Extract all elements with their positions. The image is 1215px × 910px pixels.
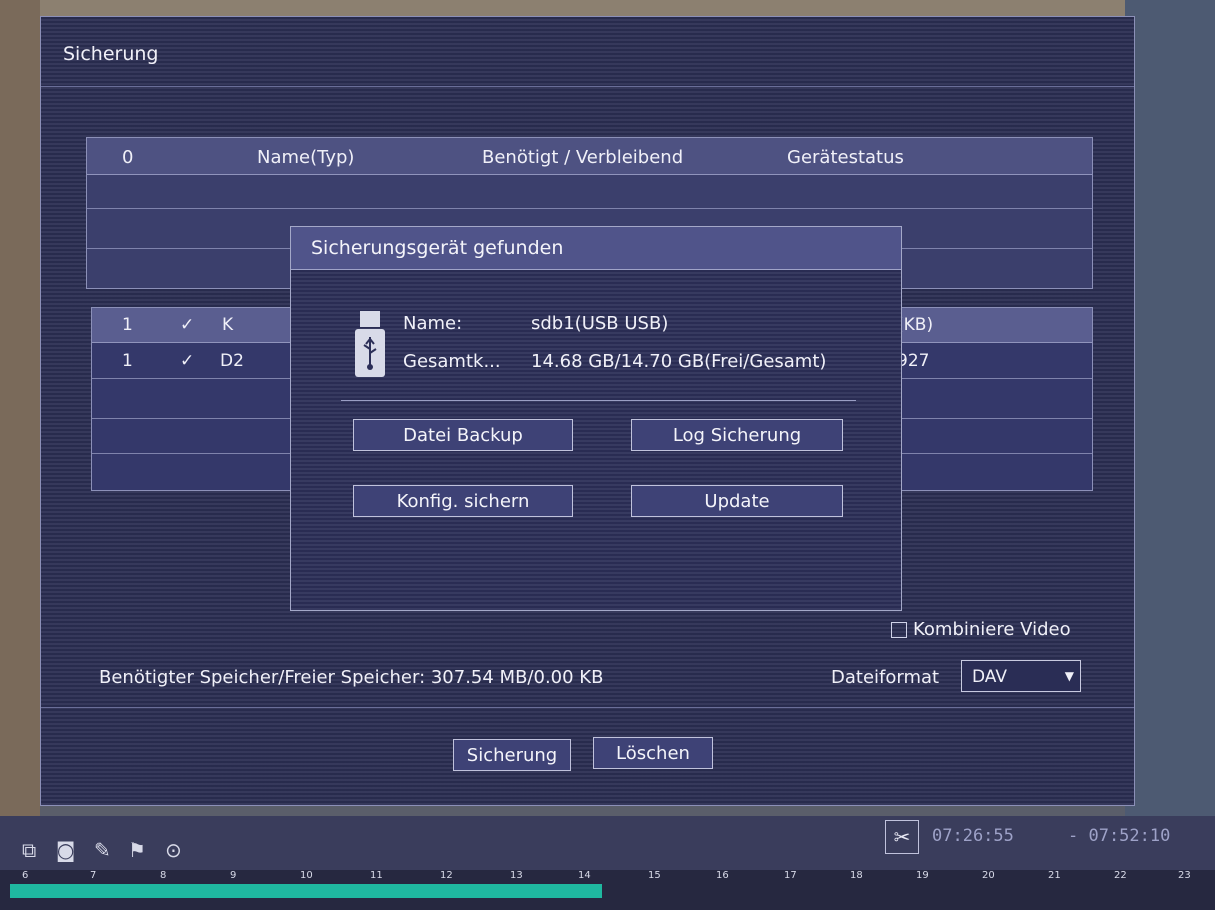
row-check[interactable]: ✓ — [180, 351, 194, 371]
timeline-tick: 22 — [1114, 870, 1127, 881]
row-index: 1 — [122, 351, 133, 371]
camera-icon[interactable]: ◙ — [56, 838, 75, 862]
config-backup-button[interactable]: Konfig. sichern — [353, 485, 573, 517]
combine-video-option[interactable]: Kombiniere Video — [891, 619, 1071, 640]
usb-drive-icon — [355, 311, 385, 377]
file-backup-button[interactable]: Datei Backup — [353, 419, 573, 451]
clip-start-time: 07:26:55 — [932, 826, 1014, 846]
combine-video-label: Kombiniere Video — [913, 619, 1071, 640]
combine-video-checkbox[interactable] — [891, 621, 907, 638]
scissors-icon[interactable]: ✂ — [885, 820, 919, 854]
row-index: 1 — [122, 315, 133, 335]
timeline-tick: 18 — [850, 870, 863, 881]
timeline-tick: 21 — [1048, 870, 1061, 881]
backup-device-dialog: Sicherungsgerät gefunden Name: sdb1(USB … — [290, 226, 902, 611]
timeline-tick: 9 — [230, 870, 237, 881]
file-format-value: DAV — [972, 667, 1007, 687]
header-name-type: Name(Typ) — [257, 147, 355, 168]
window-title: Sicherung — [63, 43, 159, 65]
timeline-tick: 6 — [22, 870, 29, 881]
timeline-tick: 16 — [716, 870, 729, 881]
timeline-tick: 20 — [982, 870, 995, 881]
timeline-tick: 10 — [300, 870, 313, 881]
timeline-tick: 13 — [510, 870, 523, 881]
device-name-value: sdb1(USB USB) — [531, 313, 669, 334]
clip-end-time: - 07:52:10 — [1068, 826, 1171, 846]
background-scene-right — [1125, 0, 1215, 910]
update-button[interactable]: Update — [631, 485, 843, 517]
log-backup-button[interactable]: Log Sicherung — [631, 419, 843, 451]
header-required-remaining: Benötigt / Verbleibend — [482, 147, 684, 168]
file-format-select[interactable]: DAV ▼ — [961, 660, 1081, 692]
zoom-icon[interactable]: ⊙ — [165, 838, 182, 862]
background-scene-left — [0, 0, 40, 910]
file-format-label: Dateiformat — [831, 667, 940, 688]
recording-bar — [10, 884, 602, 898]
header-size: (KB) — [897, 315, 934, 335]
dialog-titlebar: Sicherungsgerät gefunden — [291, 227, 901, 270]
timeline-tick: 15 — [648, 870, 661, 881]
timeline-tick: 12 — [440, 870, 453, 881]
header-device-status: Gerätestatus — [787, 147, 904, 168]
dialog-title: Sicherungsgerät gefunden — [311, 237, 564, 259]
footer-divider — [41, 707, 1134, 708]
row-check[interactable]: ✓ — [180, 315, 194, 335]
timeline-tick: 19 — [916, 870, 929, 881]
playback-toolbar — [0, 816, 1215, 870]
timeline-tick: 7 — [90, 870, 97, 881]
device-name-label: Name: — [403, 313, 463, 334]
window-titlebar: Sicherung — [41, 17, 1134, 87]
capacity-value: 14.68 GB/14.70 GB(Frei/Gesamt) — [531, 351, 827, 372]
device-table-header: 0 Name(Typ) Benötigt / Verbleibend Gerät… — [87, 138, 1092, 175]
clip-icon[interactable]: ⧉ — [22, 838, 36, 862]
backup-button[interactable]: Sicherung — [453, 739, 571, 771]
row-name: D2 — [220, 351, 244, 371]
timeline-tick: 14 — [578, 870, 591, 881]
timeline-tick: 11 — [370, 870, 383, 881]
header-index: 0 — [122, 147, 134, 168]
dialog-divider — [341, 400, 856, 401]
timeline-tick: 8 — [160, 870, 167, 881]
capacity-label: Gesamtk... — [403, 351, 501, 372]
pin-icon[interactable]: ✎ — [94, 838, 111, 862]
row-name: K — [222, 315, 234, 335]
delete-button[interactable]: Löschen — [593, 737, 713, 769]
storage-summary: Benötigter Speicher/Freier Speicher: 307… — [99, 667, 604, 688]
timeline-tick: 23 — [1178, 870, 1191, 881]
dropdown-arrow-icon: ▼ — [1064, 669, 1074, 683]
tag-icon[interactable]: ⚑ — [128, 838, 146, 862]
timeline-tick: 17 — [784, 870, 797, 881]
table-row-divider — [87, 208, 1092, 209]
